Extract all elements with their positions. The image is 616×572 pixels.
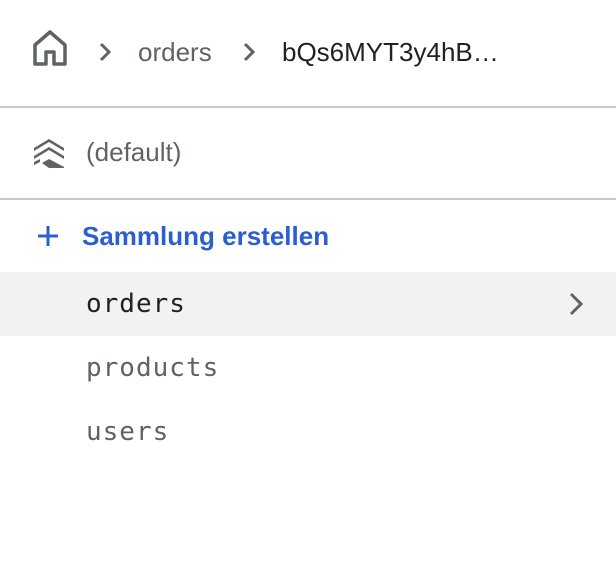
collection-item-users[interactable]: users [0,400,616,464]
breadcrumb: orders bQs6MYT3y4hB… [0,0,616,108]
breadcrumb-item-document[interactable]: bQs6MYT3y4hB… [282,34,504,70]
chevron-right-icon [98,40,114,64]
chevron-right-icon [566,290,586,318]
chevron-right-icon [242,40,258,64]
collection-item-orders[interactable]: orders [0,272,616,336]
collection-label: users [86,417,170,447]
collection-item-products[interactable]: products [0,336,616,400]
database-name: (default) [86,137,182,167]
create-collection-button[interactable]: Sammlung erstellen [0,200,616,272]
collection-label: orders [86,289,186,319]
home-icon[interactable] [30,28,70,68]
create-collection-label: Sammlung erstellen [82,221,330,251]
database-selector[interactable]: (default) [0,108,616,200]
collection-label: products [86,353,220,383]
plus-icon [36,224,60,248]
breadcrumb-item-orders[interactable]: orders [138,34,212,70]
database-stack-icon [32,136,66,170]
